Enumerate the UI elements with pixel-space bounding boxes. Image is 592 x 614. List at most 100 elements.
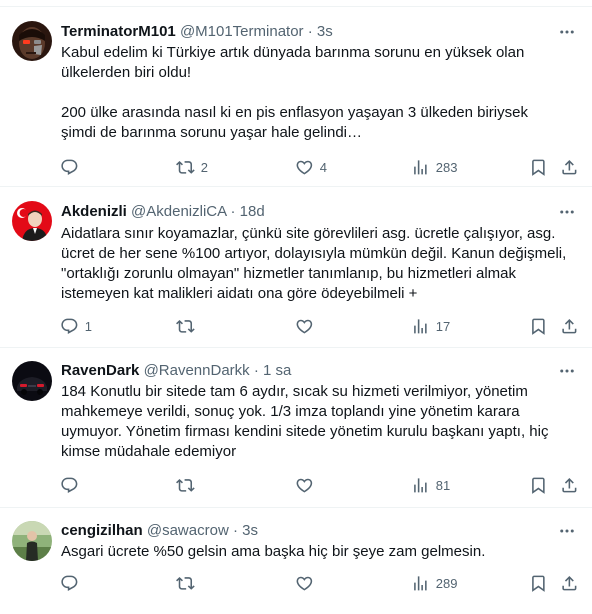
more-button[interactable] (556, 521, 578, 541)
reply-button[interactable] (60, 157, 85, 177)
views-count: 17 (435, 318, 451, 334)
timestamp[interactable]: 3s (317, 23, 333, 40)
bookmark-icon (532, 575, 545, 592)
reply-count: 1 (84, 318, 92, 334)
share-button[interactable] (560, 573, 579, 593)
separator-dot: · (232, 522, 238, 539)
like-icon (296, 319, 313, 334)
retweet-button[interactable] (176, 475, 201, 495)
retweet-icon (176, 478, 195, 492)
more-icon (560, 369, 574, 373)
tweet-text: Kabul edelim ki Türkiye artık dünyada ba… (61, 44, 528, 141)
views-count: 283 (435, 159, 458, 175)
display-name[interactable]: cengizilhan (61, 522, 143, 539)
views-button[interactable]: 289 (411, 573, 457, 593)
tweet-4[interactable]: cengizilhan @sawacrow · 3s Asgari ücrete… (0, 509, 592, 614)
views-count: 289 (435, 575, 458, 591)
avatar[interactable] (12, 361, 52, 401)
retweet-count: 2 (200, 159, 208, 175)
timestamp[interactable]: 18d (240, 203, 265, 220)
like-icon (296, 576, 313, 591)
separator-dot: · (307, 23, 313, 40)
avatar[interactable] (12, 521, 52, 561)
tweet-3[interactable]: RavenDark @RavennDarkk · 1 sa 184 Konutl… (0, 349, 592, 508)
bookmark-button[interactable] (529, 316, 548, 336)
views-icon (414, 318, 427, 334)
share-button[interactable] (560, 316, 579, 336)
like-icon (296, 478, 313, 493)
bookmark-button[interactable] (529, 157, 548, 177)
retweet-button[interactable]: 2 (176, 157, 208, 177)
views-icon (414, 159, 427, 175)
more-button[interactable] (556, 202, 578, 222)
like-icon (296, 160, 313, 175)
separator-dot: · (230, 203, 236, 220)
share-button[interactable] (560, 157, 579, 177)
bookmark-icon (532, 477, 545, 494)
like-button[interactable] (295, 573, 320, 593)
like-button[interactable]: 4 (295, 157, 327, 177)
more-icon (560, 30, 574, 34)
username[interactable]: @RavennDarkk (144, 362, 250, 379)
more-icon (560, 210, 574, 214)
share-icon (562, 318, 577, 334)
outdoor-person-avatar-icon (12, 521, 52, 561)
terminator-avatar-icon (12, 21, 52, 61)
timestamp[interactable]: 1 sa (263, 362, 291, 379)
retweet-icon (176, 576, 195, 590)
tweet-header: cengizilhan @sawacrow · 3s (61, 521, 552, 541)
like-button[interactable] (295, 475, 320, 495)
avatar[interactable] (12, 201, 52, 241)
reply-button[interactable] (60, 475, 85, 495)
reply-icon (61, 477, 78, 493)
tweet-2[interactable]: Akdenizli @AkdenizliCA · 18d Aidatlara s… (0, 188, 592, 348)
bookmark-icon (532, 159, 545, 176)
share-icon (562, 159, 577, 175)
like-count: 4 (319, 159, 327, 175)
dark-car-avatar-icon (12, 361, 52, 401)
tweet-actions: 289 (52, 573, 584, 593)
username[interactable]: @AkdenizliCA (131, 203, 226, 220)
share-button[interactable] (560, 475, 579, 495)
views-count: 81 (435, 477, 451, 493)
timestamp[interactable]: 3s (242, 522, 258, 539)
tweet-actions: 2 4 283 (52, 157, 584, 177)
retweet-icon (176, 319, 195, 333)
more-button[interactable] (556, 22, 578, 42)
reply-icon (61, 318, 78, 334)
bookmark-button[interactable] (529, 475, 548, 495)
views-button[interactable]: 283 (411, 157, 457, 177)
tweet-header: TerminatorM101 @M101Terminator · 3s (61, 22, 552, 42)
reply-icon (61, 159, 78, 175)
username[interactable]: @M101Terminator (180, 23, 304, 40)
reply-button[interactable] (60, 573, 85, 593)
retweet-button[interactable] (176, 573, 201, 593)
tweet-header: Akdenizli @AkdenizliCA · 18d (61, 202, 552, 222)
username[interactable]: @sawacrow (147, 522, 229, 539)
more-button[interactable] (556, 361, 578, 381)
share-icon (562, 477, 577, 493)
separator-dot: · (253, 362, 259, 379)
views-button[interactable]: 17 (411, 316, 450, 336)
more-icon (560, 529, 574, 533)
tweet-text: Asgari ücrete %50 gelsin ama başka hiç b… (61, 543, 486, 560)
tweet-actions: 1 17 (52, 316, 584, 336)
bookmark-icon (532, 318, 545, 335)
like-button[interactable] (295, 316, 320, 336)
avatar[interactable] (12, 21, 52, 61)
retweet-icon (176, 160, 195, 174)
tweet-1[interactable]: TerminatorM101 @M101Terminator · 3s Kabu… (0, 7, 592, 187)
retweet-button[interactable] (176, 316, 201, 336)
reply-button[interactable]: 1 (60, 316, 92, 336)
tweet-text: Aidatlara sınır koyamazlar, çünkü site g… (61, 225, 567, 302)
views-button[interactable]: 81 (411, 475, 450, 495)
bookmark-button[interactable] (529, 573, 548, 593)
tweet-text: 184 Konutlu bir sitede tam 6 aydır, sıca… (61, 383, 549, 460)
share-icon (562, 575, 577, 591)
views-icon (414, 477, 427, 493)
display-name[interactable]: Akdenizli (61, 203, 127, 220)
tweet-actions: 81 (52, 475, 584, 495)
display-name[interactable]: RavenDark (61, 362, 139, 379)
tweet-header: RavenDark @RavennDarkk · 1 sa (61, 361, 552, 381)
display-name[interactable]: TerminatorM101 (61, 23, 176, 40)
